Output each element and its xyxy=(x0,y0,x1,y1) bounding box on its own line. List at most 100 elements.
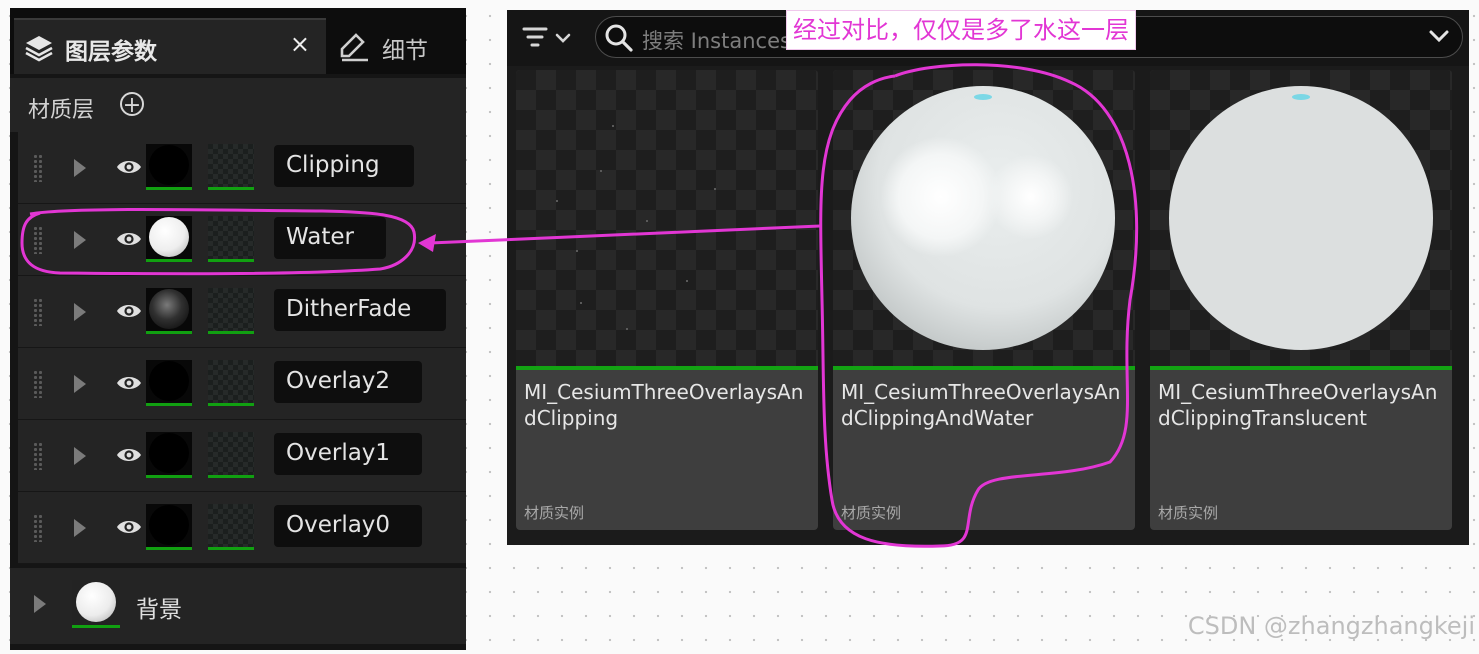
expand-arrow-icon[interactable] xyxy=(74,375,86,393)
eye-icon[interactable] xyxy=(116,157,142,181)
layers-icon xyxy=(24,34,54,66)
sphere-preview xyxy=(76,582,116,622)
close-icon[interactable]: × xyxy=(290,30,310,58)
layer-thumbnail[interactable] xyxy=(146,504,192,550)
chevron-down-icon[interactable] xyxy=(1428,28,1450,48)
layer-thumbnail[interactable] xyxy=(146,288,192,334)
asset-name: MI_CesiumThreeOverlaysAndClippingAndWate… xyxy=(841,380,1121,430)
noise-dot xyxy=(714,188,716,190)
sphere-preview xyxy=(149,289,189,329)
noise-dot xyxy=(626,328,628,330)
tab-layer-parameters[interactable]: 图层参数 × xyxy=(14,18,326,74)
layer-name-field[interactable]: Clipping xyxy=(274,145,414,187)
edit-details-icon xyxy=(338,32,370,66)
asset-preview xyxy=(516,70,818,368)
background-label: 背景 xyxy=(136,597,182,623)
eye-icon[interactable] xyxy=(116,517,142,541)
material-layers-header: 材质层 + xyxy=(10,78,466,132)
sphere-preview xyxy=(149,145,189,185)
layer-list: Clipping Water DitherFade Overlay2 Overlay1 O… xyxy=(18,132,466,564)
eye-icon[interactable] xyxy=(116,229,142,253)
asset-name: MI_CesiumThreeOverlaysAndClippingTranslu… xyxy=(1158,380,1438,430)
drag-handle-icon[interactable] xyxy=(33,442,43,470)
asset-kind: 材质实例 xyxy=(524,504,585,522)
search-placeholder: 搜索 Instances xyxy=(642,29,791,53)
background-layer-row[interactable]: 背景 xyxy=(10,568,466,644)
asset-preview xyxy=(833,70,1135,368)
sphere-preview xyxy=(149,361,189,401)
asset-type-bar xyxy=(1150,366,1452,370)
asset-card-clipping-translucent[interactable]: MI_CesiumThreeOverlaysAndClippingTranslu… xyxy=(1150,70,1452,530)
eye-icon[interactable] xyxy=(116,373,142,397)
blend-thumbnail[interactable] xyxy=(208,504,254,550)
asset-card-clipping-and-water[interactable]: MI_CesiumThreeOverlaysAndClippingAndWate… xyxy=(833,70,1135,530)
tab-layer-parameters-label: 图层参数 xyxy=(65,39,157,65)
blend-thumbnail[interactable] xyxy=(208,432,254,478)
asset-name: MI_CesiumThreeOverlaysAndClipping xyxy=(524,380,804,430)
expand-arrow-icon[interactable] xyxy=(74,231,86,249)
layer-parameters-panel: 图层参数 × 细节 材质层 + Clipping Water DitherFade O… xyxy=(10,8,466,650)
content-browser-panel: 搜索 Instances MI_CesiumThreeOverlaysAndCl… xyxy=(507,10,1469,545)
eye-icon[interactable] xyxy=(116,301,142,325)
highlight-dot xyxy=(974,94,992,100)
shaded-sphere-preview xyxy=(851,86,1115,350)
noise-dot xyxy=(612,125,614,127)
layer-thumbnail[interactable] xyxy=(146,360,192,406)
asset-preview xyxy=(1150,70,1452,368)
layer-thumbnail[interactable] xyxy=(146,144,192,190)
watermark: CSDN @zhangzhangkeji xyxy=(1187,612,1475,640)
layer-thumbnail[interactable] xyxy=(146,432,192,478)
asset-type-bar xyxy=(833,366,1135,370)
add-circle-icon[interactable]: + xyxy=(120,92,144,117)
layer-name-field[interactable]: Overlay2 xyxy=(274,361,422,403)
layer-row[interactable]: Overlay0 xyxy=(18,492,466,564)
blend-thumbnail[interactable] xyxy=(208,144,254,190)
blend-thumbnail[interactable] xyxy=(208,288,254,334)
layer-row[interactable]: Clipping xyxy=(18,132,466,204)
filter-icon[interactable] xyxy=(521,23,579,57)
expand-arrow-icon[interactable] xyxy=(74,159,86,177)
tab-details-label: 细节 xyxy=(382,38,428,64)
blend-thumbnail[interactable] xyxy=(208,360,254,406)
noise-dot xyxy=(576,250,578,252)
asset-kind: 材质实例 xyxy=(841,504,902,522)
asset-card-clipping[interactable]: MI_CesiumThreeOverlaysAndClipping 材质实例 xyxy=(516,70,818,530)
flat-sphere-preview xyxy=(1169,86,1433,350)
layer-thumbnail[interactable] xyxy=(146,216,192,262)
drag-handle-icon[interactable] xyxy=(33,154,43,182)
drag-handle-icon[interactable] xyxy=(33,226,43,254)
material-layers-title: 材质层 xyxy=(28,98,95,123)
noise-dot xyxy=(580,302,582,304)
annotation-label: 经过对比，仅仅是多了水这一层 xyxy=(786,10,1136,50)
expand-arrow-icon[interactable] xyxy=(34,595,46,613)
background-thumbnail xyxy=(72,580,120,628)
layer-name-field[interactable]: Overlay1 xyxy=(274,433,422,475)
panel-tab-bar: 图层参数 × 细节 xyxy=(10,8,466,74)
layer-name-field[interactable]: Overlay0 xyxy=(274,505,422,547)
layer-row[interactable]: DitherFade xyxy=(18,276,466,348)
highlight-dot xyxy=(1292,94,1310,100)
layer-row[interactable]: Water xyxy=(18,204,466,276)
sphere-preview xyxy=(149,505,189,545)
layer-row[interactable]: Overlay2 xyxy=(18,348,466,420)
asset-type-bar xyxy=(516,366,818,370)
search-icon xyxy=(604,23,634,57)
drag-handle-icon[interactable] xyxy=(33,370,43,398)
layer-name-field[interactable]: Water xyxy=(274,217,386,259)
noise-dot xyxy=(600,170,602,172)
eye-icon[interactable] xyxy=(116,445,142,469)
noise-dot xyxy=(556,200,558,202)
drag-handle-icon[interactable] xyxy=(33,514,43,542)
expand-arrow-icon[interactable] xyxy=(74,519,86,537)
layer-row[interactable]: Overlay1 xyxy=(18,420,466,492)
expand-arrow-icon[interactable] xyxy=(74,447,86,465)
layer-name-field[interactable]: DitherFade xyxy=(274,289,446,331)
noise-dot xyxy=(686,280,688,282)
expand-arrow-icon[interactable] xyxy=(74,303,86,321)
drag-handle-icon[interactable] xyxy=(33,298,43,326)
blend-thumbnail[interactable] xyxy=(208,216,254,262)
tab-details[interactable]: 细节 xyxy=(330,22,466,74)
noise-dot xyxy=(646,220,648,222)
asset-kind: 材质实例 xyxy=(1158,504,1219,522)
sphere-preview xyxy=(149,433,189,473)
